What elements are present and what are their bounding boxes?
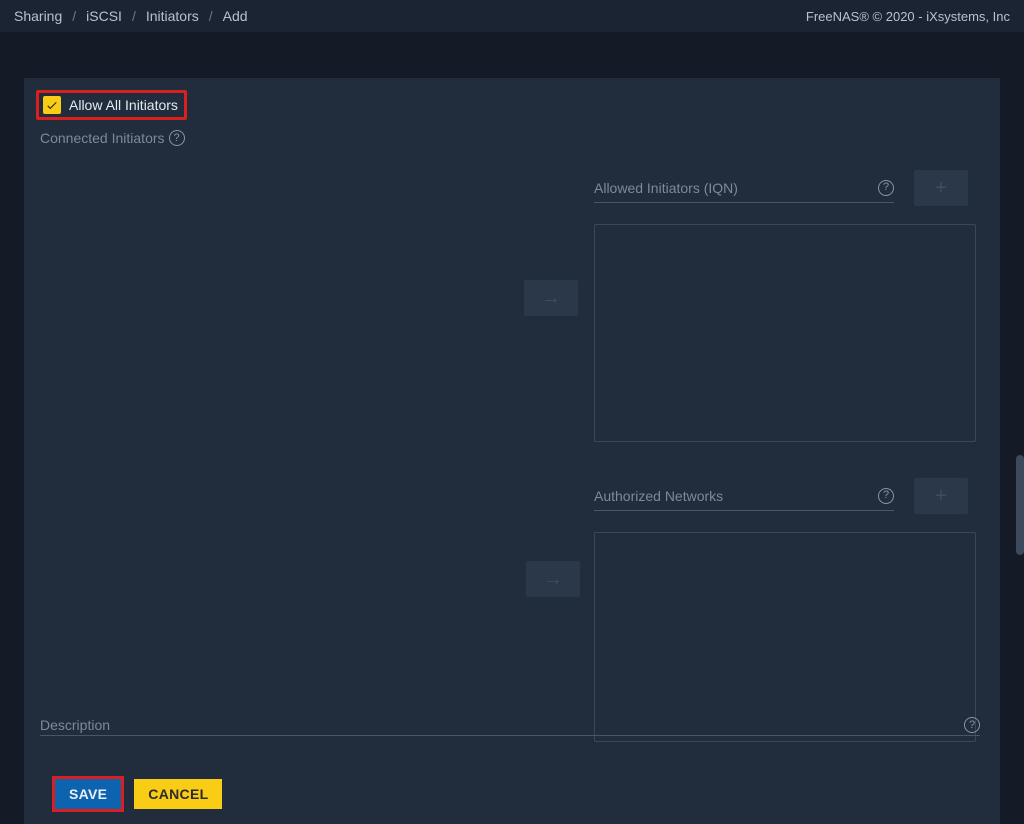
button-row: SAVE CANCEL <box>52 776 988 812</box>
save-button[interactable]: SAVE <box>55 779 121 809</box>
form-area: Connected Initiators ? → → Allowed Initi… <box>36 130 988 770</box>
allow-all-checkbox[interactable] <box>43 96 61 114</box>
arrow-right-icon: → <box>543 569 563 589</box>
save-highlight: SAVE <box>52 776 124 812</box>
add-authorized-network-button[interactable]: + <box>914 478 968 514</box>
copyright-text: FreeNAS® © 2020 - iXsystems, Inc <box>806 9 1010 24</box>
plus-icon: + <box>935 178 947 198</box>
arrow-right-icon: → <box>541 288 561 308</box>
help-icon[interactable]: ? <box>169 130 185 146</box>
help-icon[interactable]: ? <box>878 488 894 504</box>
allowed-initiators-input[interactable]: Allowed Initiators (IQN) ? <box>594 173 894 203</box>
breadcrumb: Sharing / iSCSI / Initiators / Add <box>14 8 248 24</box>
cancel-button[interactable]: CANCEL <box>134 779 222 809</box>
check-icon <box>45 98 59 112</box>
breadcrumb-add[interactable]: Add <box>223 8 248 24</box>
authorized-networks-label: Authorized Networks <box>594 488 723 504</box>
description-label: Description <box>40 717 110 733</box>
plus-icon: + <box>935 486 947 506</box>
help-icon[interactable]: ? <box>964 717 980 733</box>
breadcrumb-iscsi[interactable]: iSCSI <box>86 8 122 24</box>
scrollbar-thumb[interactable] <box>1016 455 1024 555</box>
allow-all-highlight: Allow All Initiators <box>36 90 187 120</box>
right-column: Allowed Initiators (IQN) ? + Authorized … <box>594 170 994 742</box>
description-field[interactable]: Description ? <box>40 717 980 736</box>
connected-initiators-label: Connected Initiators ? <box>40 130 560 146</box>
breadcrumb-sep: / <box>72 8 76 24</box>
breadcrumb-initiators[interactable]: Initiators <box>146 8 199 24</box>
help-icon[interactable]: ? <box>878 180 894 196</box>
form-card: Allow All Initiators Connected Initiator… <box>24 78 1000 824</box>
add-allowed-initiator-button[interactable]: + <box>914 170 968 206</box>
authorized-networks-input[interactable]: Authorized Networks ? <box>594 481 894 511</box>
left-column: Connected Initiators ? <box>40 130 560 146</box>
add-initiator-move-button[interactable]: → <box>524 280 578 316</box>
authorized-networks-list[interactable] <box>594 532 976 742</box>
breadcrumb-sep: / <box>132 8 136 24</box>
allowed-initiators-row: Allowed Initiators (IQN) ? + <box>594 170 994 206</box>
breadcrumb-sep: / <box>209 8 213 24</box>
topbar: Sharing / iSCSI / Initiators / Add FreeN… <box>0 0 1024 32</box>
allowed-initiators-label: Allowed Initiators (IQN) <box>594 180 738 196</box>
breadcrumb-sharing[interactable]: Sharing <box>14 8 62 24</box>
add-network-move-button[interactable]: → <box>526 561 580 597</box>
allow-all-label: Allow All Initiators <box>69 97 178 113</box>
authorized-networks-row: Authorized Networks ? + <box>594 478 994 514</box>
allowed-initiators-list[interactable] <box>594 224 976 442</box>
